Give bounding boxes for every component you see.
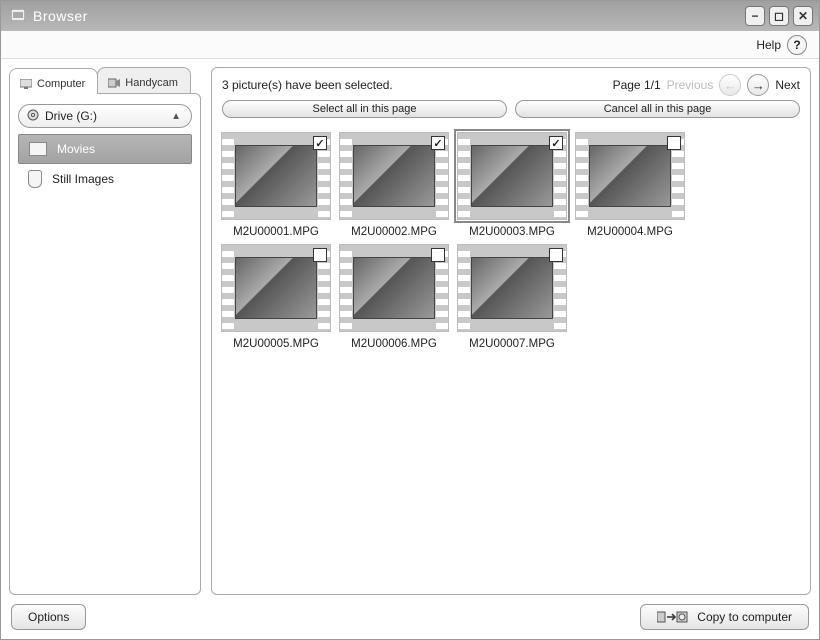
sidebar: Computer Handycam Drive (G:) ▲: [9, 67, 201, 595]
thumbnail-checkbox[interactable]: [667, 136, 681, 150]
thumbnail-frame[interactable]: [221, 244, 331, 332]
sidebar-item-movies[interactable]: Movies: [18, 134, 192, 164]
thumbnail-filename: M2U00006.MPG: [338, 338, 450, 350]
sidebar-item-label: Movies: [57, 142, 95, 156]
film-strip-left-icon: [222, 245, 234, 331]
source-tabs: Computer Handycam: [9, 67, 201, 93]
thumbnail-item[interactable]: ✓ M2U00001.MPG: [220, 132, 332, 238]
next-label: Next: [775, 78, 800, 92]
thumbnail-filename: M2U00003.MPG: [456, 226, 568, 238]
movies-icon: [29, 142, 47, 156]
thumbnail-frame[interactable]: [575, 132, 685, 220]
thumbnail-checkbox[interactable]: ✓: [549, 136, 563, 150]
category-list: Movies Still Images: [18, 134, 192, 194]
thumbnail-checkbox[interactable]: [431, 248, 445, 262]
thumbnail-checkbox[interactable]: ✓: [313, 136, 327, 150]
thumbnail-filename: M2U00004.MPG: [574, 226, 686, 238]
film-strip-left-icon: [576, 133, 588, 219]
status-row: 3 picture(s) have been selected. Page 1/…: [222, 74, 800, 96]
film-strip-left-icon: [340, 133, 352, 219]
thumbnail-filename: M2U00005.MPG: [220, 338, 332, 350]
cancel-all-button[interactable]: Cancel all in this page: [515, 100, 800, 118]
film-strip-left-icon: [458, 133, 470, 219]
select-all-button[interactable]: Select all in this page: [222, 100, 507, 118]
options-button[interactable]: Options: [11, 604, 86, 630]
handycam-icon: [108, 78, 120, 88]
copy-label: Copy to computer: [697, 610, 792, 624]
drive-selector[interactable]: Drive (G:) ▲: [18, 104, 192, 128]
main-area: Computer Handycam Drive (G:) ▲: [1, 59, 819, 595]
previous-label: Previous: [667, 78, 714, 92]
pager: Page 1/1 Previous ← → Next: [613, 74, 800, 96]
select-all-label: Select all in this page: [313, 103, 417, 115]
options-label: Options: [28, 610, 69, 624]
sidebar-item-label: Still Images: [52, 172, 114, 186]
maximize-button[interactable]: ◻: [769, 6, 789, 26]
thumbnail-image: [353, 145, 435, 207]
minimize-button[interactable]: −: [745, 6, 765, 26]
still-images-icon: [28, 170, 42, 188]
content-toolbar: 3 picture(s) have been selected. Page 1/…: [212, 68, 810, 122]
thumbnail-checkbox[interactable]: [313, 248, 327, 262]
selection-status: 3 picture(s) have been selected.: [222, 78, 393, 92]
selection-buttons: Select all in this page Cancel all in th…: [222, 100, 800, 118]
help-label[interactable]: Help: [756, 38, 781, 52]
sidebar-item-still-images[interactable]: Still Images: [18, 164, 192, 194]
thumbnail-item[interactable]: M2U00005.MPG: [220, 244, 332, 350]
app-icon: [11, 9, 25, 24]
thumbnail-frame[interactable]: ✓: [339, 132, 449, 220]
thumbnail-checkbox[interactable]: [549, 248, 563, 262]
thumbnail-image: [235, 257, 317, 319]
thumbnail-grid: ✓ M2U00001.MPG ✓ M2U00002.MPG ✓ M2U00003.MPG M…: [212, 122, 810, 594]
chevron-up-icon: ▲: [171, 111, 181, 122]
thumbnail-item[interactable]: ✓ M2U00002.MPG: [338, 132, 450, 238]
close-button[interactable]: ✕: [793, 6, 813, 26]
thumbnail-checkbox[interactable]: ✓: [431, 136, 445, 150]
thumbnail-image: [353, 257, 435, 319]
side-panel: Drive (G:) ▲ Movies Still Images: [9, 93, 201, 595]
copy-icon: [657, 610, 689, 624]
cancel-all-label: Cancel all in this page: [604, 103, 712, 115]
film-strip-left-icon: [222, 133, 234, 219]
page-indicator: Page 1/1: [613, 78, 661, 92]
thumbnail-item[interactable]: ✓ M2U00003.MPG: [456, 132, 568, 238]
tab-handycam[interactable]: Handycam: [97, 67, 191, 93]
footer: Options Copy to computer: [1, 595, 819, 639]
thumbnail-frame[interactable]: [457, 244, 567, 332]
drive-label: Drive (G:): [45, 109, 97, 123]
film-strip-left-icon: [340, 245, 352, 331]
tab-computer-label: Computer: [37, 78, 85, 90]
thumbnail-item[interactable]: M2U00006.MPG: [338, 244, 450, 350]
thumbnail-image: [471, 145, 553, 207]
computer-icon: [20, 79, 32, 89]
app-window: Browser − ◻ ✕ Help ? Computer: [0, 0, 820, 640]
thumbnail-image: [589, 145, 671, 207]
copy-to-computer-button[interactable]: Copy to computer: [640, 604, 809, 630]
disc-icon: [27, 109, 39, 124]
title-bar: Browser − ◻ ✕: [1, 1, 819, 31]
thumbnail-image: [235, 145, 317, 207]
content-panel: 3 picture(s) have been selected. Page 1/…: [211, 67, 811, 595]
thumbnail-filename: M2U00001.MPG: [220, 226, 332, 238]
thumbnail-item[interactable]: M2U00004.MPG: [574, 132, 686, 238]
tab-handycam-label: Handycam: [125, 77, 178, 89]
thumbnail-frame[interactable]: [339, 244, 449, 332]
film-strip-left-icon: [458, 245, 470, 331]
window-controls: − ◻ ✕: [745, 6, 813, 26]
thumbnail-filename: M2U00002.MPG: [338, 226, 450, 238]
help-icon[interactable]: ?: [787, 35, 807, 55]
help-bar: Help ?: [1, 31, 819, 59]
thumbnail-image: [471, 257, 553, 319]
thumbnail-item[interactable]: M2U00007.MPG: [456, 244, 568, 350]
window-title: Browser: [33, 8, 88, 24]
tab-computer[interactable]: Computer: [9, 68, 98, 94]
previous-button[interactable]: ←: [719, 74, 741, 96]
thumbnail-filename: M2U00007.MPG: [456, 338, 568, 350]
thumbnail-frame[interactable]: ✓: [221, 132, 331, 220]
thumbnail-frame[interactable]: ✓: [457, 132, 567, 220]
next-button[interactable]: →: [747, 74, 769, 96]
